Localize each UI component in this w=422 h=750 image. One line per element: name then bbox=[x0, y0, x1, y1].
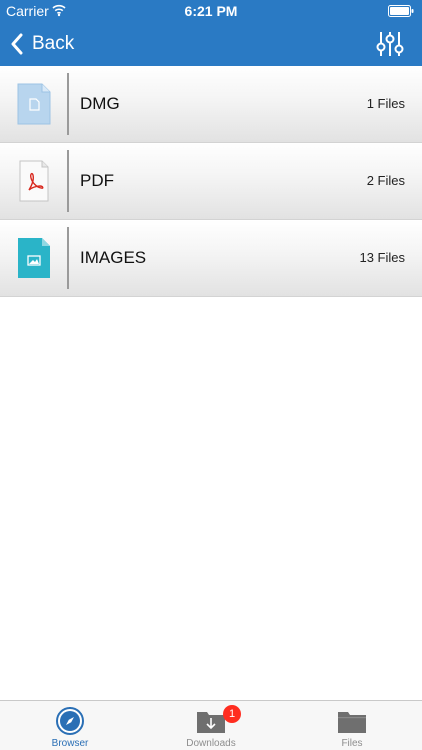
file-type-name: PDF bbox=[80, 171, 114, 190]
back-label: Back bbox=[32, 33, 75, 54]
status-bar: Carrier 6:21 PM bbox=[0, 0, 422, 22]
sliders-icon[interactable] bbox=[376, 30, 404, 58]
generic-file-icon bbox=[17, 83, 51, 125]
navigation-bar: Back bbox=[0, 22, 422, 66]
file-type-list: DMG 1 Files PDF 2 Files IMAGES 13 Files bbox=[0, 66, 422, 297]
file-count: 2 Files bbox=[366, 173, 405, 188]
tab-label: Browser bbox=[51, 738, 89, 749]
list-item-dmg[interactable]: DMG 1 Files bbox=[0, 66, 422, 143]
tab-files[interactable]: Files bbox=[282, 701, 422, 750]
download-folder-icon bbox=[197, 712, 225, 733]
file-type-name: DMG bbox=[80, 94, 120, 113]
list-item-pdf[interactable]: PDF 2 Files bbox=[0, 143, 422, 220]
chevron-left-icon bbox=[11, 33, 23, 55]
image-file-icon bbox=[18, 238, 50, 278]
compass-icon bbox=[56, 707, 84, 735]
clock: 6:21 PM bbox=[184, 3, 238, 19]
folder-icon bbox=[338, 712, 366, 733]
list-item-images[interactable]: IMAGES 13 Files bbox=[0, 220, 422, 297]
file-count: 1 Files bbox=[366, 96, 405, 111]
pdf-file-icon bbox=[19, 160, 49, 202]
file-type-name: IMAGES bbox=[80, 248, 147, 267]
tab-downloads[interactable]: 1 Downloads bbox=[141, 701, 281, 750]
tab-browser[interactable]: Browser bbox=[0, 701, 140, 750]
back-button[interactable]: Back bbox=[10, 22, 74, 66]
file-count: 13 Files bbox=[359, 250, 405, 265]
battery-icon bbox=[388, 5, 414, 17]
tab-label: Files bbox=[341, 738, 363, 749]
tab-label: Downloads bbox=[186, 738, 236, 749]
downloads-badge: 1 bbox=[223, 705, 241, 723]
tab-bar: Browser 1 Downloads Files bbox=[0, 700, 422, 750]
